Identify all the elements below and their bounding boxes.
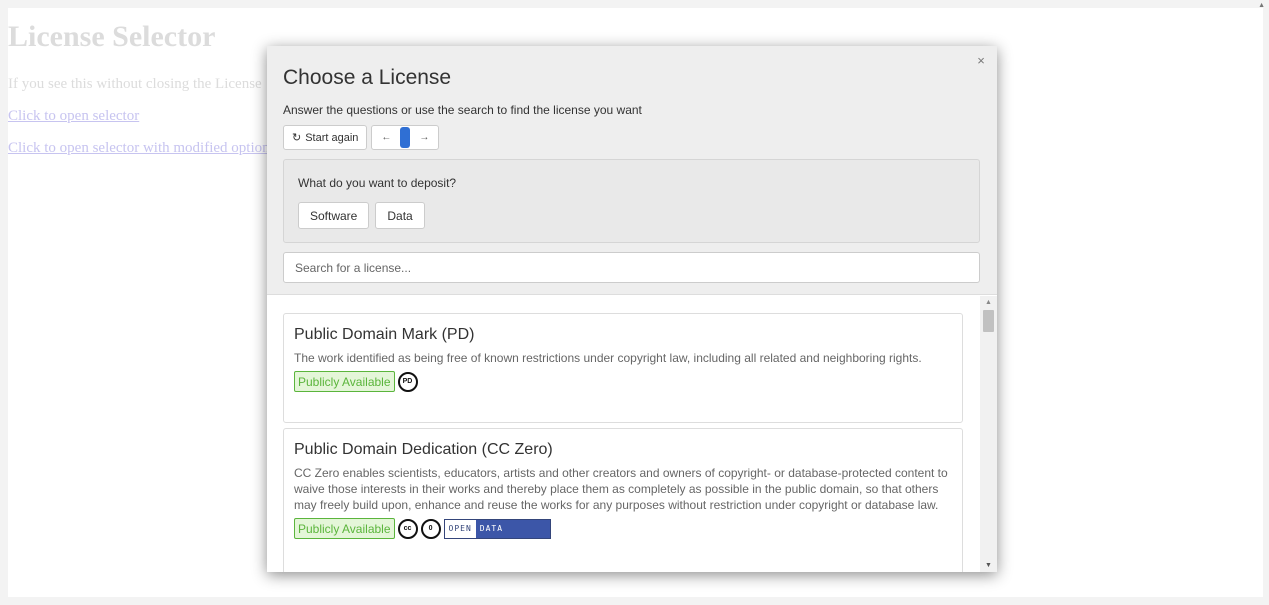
answer-data-button[interactable]: Data — [375, 202, 425, 229]
license-list: Public Domain Mark (PD) The work identif… — [267, 296, 997, 572]
page-title: License Selector — [8, 20, 216, 53]
start-again-label: Start again — [305, 131, 359, 144]
availability-badge: Publicly Available — [294, 371, 395, 392]
license-selector-modal: × Choose a License Answer the questions … — [267, 46, 997, 572]
scroll-thumb[interactable] — [983, 310, 994, 332]
history-navigation: ← → — [371, 125, 440, 150]
scroll-down-icon[interactable]: ▼ — [985, 562, 992, 569]
modal-title: Choose a License — [283, 66, 452, 89]
license-card-pd[interactable]: Public Domain Mark (PD) The work identif… — [283, 313, 963, 423]
license-list-scrollbar[interactable]: ▲ ▼ — [980, 296, 997, 572]
modal-header: × Choose a License Answer the questions … — [267, 46, 997, 295]
license-card-cc-zero[interactable]: Public Domain Dedication (CC Zero) CC Ze… — [283, 428, 963, 572]
availability-badge: Publicly Available — [294, 518, 395, 539]
page-scroll-up-icon[interactable]: ▲ — [1258, 2, 1265, 9]
answer-buttons: Software Data — [298, 202, 425, 229]
refresh-icon: ↻ — [292, 132, 302, 144]
public-domain-icon: PD — [397, 371, 418, 392]
creative-commons-icon: cc — [397, 518, 418, 539]
open-data-open-text: OPEN — [444, 519, 476, 538]
answer-software-button[interactable]: Software — [298, 202, 370, 229]
open-data-icon: OPEN DATA — [443, 518, 551, 539]
license-description: CC Zero enables scientists, educators, a… — [294, 466, 948, 512]
modal-subtitle: Answer the questions or use the search t… — [283, 103, 642, 117]
forward-arrow-icon[interactable]: → — [410, 126, 438, 149]
toolbar: ↻ Start again ← → — [283, 125, 440, 150]
license-title: Public Domain Mark (PD) — [294, 326, 475, 343]
scroll-up-icon[interactable]: ▲ — [985, 299, 992, 306]
question-panel: What do you want to deposit? Software Da… — [283, 159, 980, 243]
history-position-indicator[interactable] — [400, 127, 411, 148]
license-search-input[interactable] — [283, 252, 980, 283]
license-title: Public Domain Dedication (CC Zero) — [294, 441, 553, 458]
open-selector-link[interactable]: Click to open selector — [8, 108, 139, 125]
cc-zero-icon: 0 — [420, 518, 441, 539]
start-again-button[interactable]: ↻ Start again — [283, 125, 368, 150]
back-arrow-icon[interactable]: ← — [372, 126, 400, 149]
page-intro-text: If you see this without closing the Lice… — [8, 76, 262, 92]
open-selector-modified-link[interactable]: Click to open selector with modified opt… — [8, 140, 275, 157]
close-button[interactable]: × — [973, 54, 989, 70]
license-description: The work identified as being free of kno… — [294, 351, 922, 365]
open-data-data-text: DATA — [475, 519, 550, 538]
license-badges: Publicly Available PD — [294, 371, 952, 392]
license-badges: Publicly Available cc 0 OPEN DATA — [294, 518, 952, 539]
question-text: What do you want to deposit? — [298, 176, 457, 190]
